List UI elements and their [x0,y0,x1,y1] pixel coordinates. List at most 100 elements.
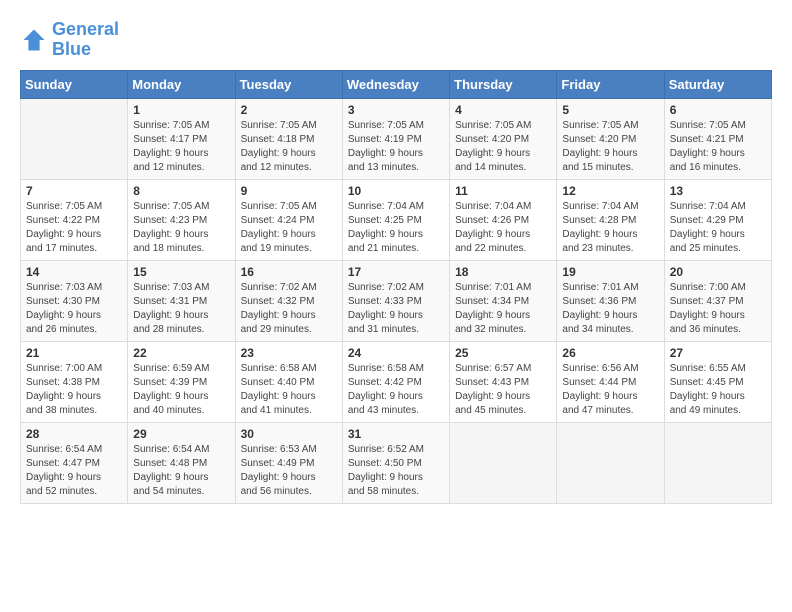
calendar-cell: 30 Sunrise: 6:53 AMSunset: 4:49 PMDayligh… [235,422,342,503]
calendar-cell: 23 Sunrise: 6:58 AMSunset: 4:40 PMDayligh… [235,341,342,422]
calendar-cell: 28 Sunrise: 6:54 AMSunset: 4:47 PMDayligh… [21,422,128,503]
day-info: Sunrise: 6:53 AMSunset: 4:49 PMDaylight:… [241,443,337,499]
calendar-cell: 29 Sunrise: 6:54 AMSunset: 4:48 PMDayligh… [128,422,235,503]
calendar-cell: 15 Sunrise: 7:03 AMSunset: 4:31 PMDayligh… [128,260,235,341]
day-number: 17 [348,265,444,279]
calendar-cell: 12 Sunrise: 7:04 AMSunset: 4:28 PMDayligh… [557,179,664,260]
day-info: Sunrise: 7:00 AMSunset: 4:38 PMDaylight:… [26,362,122,418]
day-info: Sunrise: 7:05 AMSunset: 4:21 PMDaylight:… [670,119,766,175]
logo: General Blue [20,20,119,60]
calendar-cell: 4 Sunrise: 7:05 AMSunset: 4:20 PMDaylight… [450,98,557,179]
day-info: Sunrise: 6:55 AMSunset: 4:45 PMDaylight:… [670,362,766,418]
calendar-cell: 6 Sunrise: 7:05 AMSunset: 4:21 PMDaylight… [664,98,771,179]
day-number: 22 [133,346,229,360]
day-number: 8 [133,184,229,198]
day-info: Sunrise: 7:05 AMSunset: 4:20 PMDaylight:… [562,119,658,175]
day-info: Sunrise: 7:05 AMSunset: 4:22 PMDaylight:… [26,200,122,256]
day-number: 19 [562,265,658,279]
day-number: 21 [26,346,122,360]
logo-text: General Blue [52,20,119,60]
day-info: Sunrise: 7:05 AMSunset: 4:17 PMDaylight:… [133,119,229,175]
day-info: Sunrise: 7:05 AMSunset: 4:20 PMDaylight:… [455,119,551,175]
calendar-header-row: SundayMondayTuesdayWednesdayThursdayFrid… [21,70,772,98]
header-day-thursday: Thursday [450,70,557,98]
page-header: General Blue [20,20,772,60]
day-number: 14 [26,265,122,279]
calendar-cell: 24Sunrise: 6:58 AMSunset: 4:42 PMDayligh… [342,341,449,422]
header-day-saturday: Saturday [664,70,771,98]
day-number: 28 [26,427,122,441]
header-day-tuesday: Tuesday [235,70,342,98]
calendar-cell: 10 Sunrise: 7:04 AMSunset: 4:25 PMDayligh… [342,179,449,260]
calendar-cell: 19 Sunrise: 7:01 AMSunset: 4:36 PMDayligh… [557,260,664,341]
calendar-cell [664,422,771,503]
day-number: 12 [562,184,658,198]
day-info: Sunrise: 6:54 AMSunset: 4:47 PMDaylight:… [26,443,122,499]
day-number: 18 [455,265,551,279]
day-number: 1 [133,103,229,117]
calendar-week-1: 1 Sunrise: 7:05 AMSunset: 4:17 PMDaylight… [21,98,772,179]
calendar-cell: 11Sunrise: 7:04 AMSunset: 4:26 PMDayligh… [450,179,557,260]
day-info: Sunrise: 7:02 AMSunset: 4:33 PMDaylight:… [348,281,444,337]
calendar-week-5: 28 Sunrise: 6:54 AMSunset: 4:47 PMDayligh… [21,422,772,503]
calendar-cell: 27 Sunrise: 6:55 AMSunset: 4:45 PMDayligh… [664,341,771,422]
calendar-cell: 1 Sunrise: 7:05 AMSunset: 4:17 PMDaylight… [128,98,235,179]
calendar-cell: 21 Sunrise: 7:00 AMSunset: 4:38 PMDayligh… [21,341,128,422]
day-info: Sunrise: 7:03 AMSunset: 4:31 PMDaylight:… [133,281,229,337]
day-number: 7 [26,184,122,198]
header-day-sunday: Sunday [21,70,128,98]
day-info: Sunrise: 7:03 AMSunset: 4:30 PMDaylight:… [26,281,122,337]
day-number: 15 [133,265,229,279]
calendar-cell: 22 Sunrise: 6:59 AMSunset: 4:39 PMDayligh… [128,341,235,422]
calendar-cell: 14 Sunrise: 7:03 AMSunset: 4:30 PMDayligh… [21,260,128,341]
calendar-cell: 2Sunrise: 7:05 AMSunset: 4:18 PMDaylight… [235,98,342,179]
day-number: 4 [455,103,551,117]
day-number: 23 [241,346,337,360]
day-info: Sunrise: 7:04 AMSunset: 4:25 PMDaylight:… [348,200,444,256]
day-info: Sunrise: 6:54 AMSunset: 4:48 PMDaylight:… [133,443,229,499]
header-day-friday: Friday [557,70,664,98]
day-info: Sunrise: 7:00 AMSunset: 4:37 PMDaylight:… [670,281,766,337]
day-info: Sunrise: 7:04 AMSunset: 4:28 PMDaylight:… [562,200,658,256]
day-number: 27 [670,346,766,360]
day-info: Sunrise: 6:57 AMSunset: 4:43 PMDaylight:… [455,362,551,418]
calendar-week-2: 7 Sunrise: 7:05 AMSunset: 4:22 PMDaylight… [21,179,772,260]
calendar-cell [557,422,664,503]
day-info: Sunrise: 6:58 AMSunset: 4:40 PMDaylight:… [241,362,337,418]
day-info: Sunrise: 7:04 AMSunset: 4:26 PMDaylight:… [455,200,551,256]
day-number: 31 [348,427,444,441]
day-info: Sunrise: 6:52 AMSunset: 4:50 PMDaylight:… [348,443,444,499]
calendar-week-4: 21 Sunrise: 7:00 AMSunset: 4:38 PMDayligh… [21,341,772,422]
calendar-cell: 13Sunrise: 7:04 AMSunset: 4:29 PMDayligh… [664,179,771,260]
calendar-table: SundayMondayTuesdayWednesdayThursdayFrid… [20,70,772,504]
calendar-cell: 3Sunrise: 7:05 AMSunset: 4:19 PMDaylight… [342,98,449,179]
calendar-cell: 5Sunrise: 7:05 AMSunset: 4:20 PMDaylight… [557,98,664,179]
calendar-cell: 18Sunrise: 7:01 AMSunset: 4:34 PMDayligh… [450,260,557,341]
day-info: Sunrise: 6:59 AMSunset: 4:39 PMDaylight:… [133,362,229,418]
calendar-cell: 9Sunrise: 7:05 AMSunset: 4:24 PMDaylight… [235,179,342,260]
day-info: Sunrise: 6:58 AMSunset: 4:42 PMDaylight:… [348,362,444,418]
calendar-cell: 20Sunrise: 7:00 AMSunset: 4:37 PMDayligh… [664,260,771,341]
header-day-monday: Monday [128,70,235,98]
day-number: 3 [348,103,444,117]
header-day-wednesday: Wednesday [342,70,449,98]
day-number: 26 [562,346,658,360]
calendar-cell: 31 Sunrise: 6:52 AMSunset: 4:50 PMDayligh… [342,422,449,503]
calendar-cell: 8 Sunrise: 7:05 AMSunset: 4:23 PMDaylight… [128,179,235,260]
day-info: Sunrise: 7:01 AMSunset: 4:36 PMDaylight:… [562,281,658,337]
day-info: Sunrise: 7:05 AMSunset: 4:18 PMDaylight:… [241,119,337,175]
day-info: Sunrise: 7:05 AMSunset: 4:23 PMDaylight:… [133,200,229,256]
calendar-week-3: 14 Sunrise: 7:03 AMSunset: 4:30 PMDayligh… [21,260,772,341]
calendar-cell: 16Sunrise: 7:02 AMSunset: 4:32 PMDayligh… [235,260,342,341]
day-number: 10 [348,184,444,198]
day-number: 25 [455,346,551,360]
day-number: 6 [670,103,766,117]
day-number: 29 [133,427,229,441]
day-number: 13 [670,184,766,198]
calendar-cell [450,422,557,503]
calendar-cell: 7 Sunrise: 7:05 AMSunset: 4:22 PMDaylight… [21,179,128,260]
logo-icon [20,26,48,54]
calendar-cell: 25 Sunrise: 6:57 AMSunset: 4:43 PMDayligh… [450,341,557,422]
day-number: 30 [241,427,337,441]
day-info: Sunrise: 6:56 AMSunset: 4:44 PMDaylight:… [562,362,658,418]
